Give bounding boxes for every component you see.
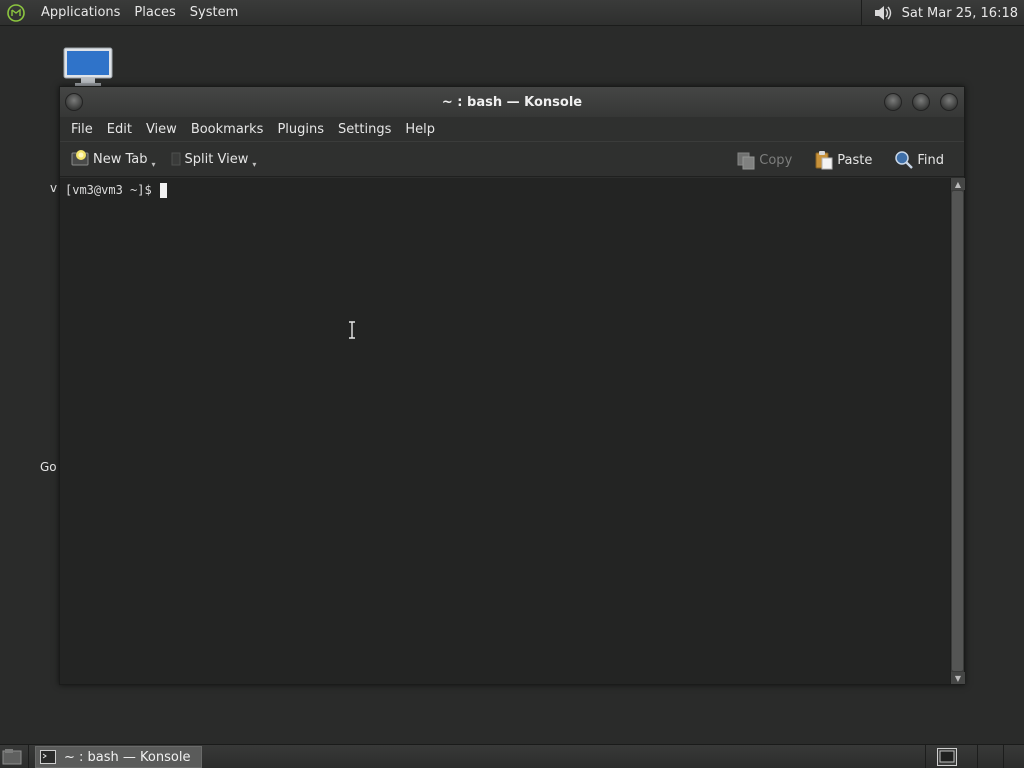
new-tab-icon: [70, 149, 90, 169]
terminal-scrollbar[interactable]: ▲ ▼: [950, 178, 965, 684]
menubar: File Edit View Bookmarks Plugins Setting…: [60, 117, 964, 141]
scroll-down-icon[interactable]: ▼: [951, 672, 965, 684]
copy-label: Copy: [759, 152, 793, 168]
menu-plugins[interactable]: Plugins: [270, 122, 331, 137]
new-tab-label: New Tab: [93, 151, 148, 167]
clock[interactable]: Sat Mar 25, 16:18: [902, 6, 1018, 21]
taskbar-item-label: ~ : bash — Konsole: [64, 749, 191, 765]
panel-separator: [28, 745, 29, 768]
menu-file[interactable]: File: [64, 122, 100, 137]
split-view-icon: [170, 149, 182, 169]
applications-menu[interactable]: Applications: [34, 0, 127, 26]
minimize-button[interactable]: [884, 93, 902, 111]
copy-button[interactable]: Copy: [732, 145, 796, 175]
toolbar: New Tab ▾ Split View ▾ Copy Paste Find: [60, 141, 964, 177]
panel-separator: [925, 745, 926, 768]
window-titlebar[interactable]: ~ : bash — Konsole: [60, 87, 964, 117]
menu-help[interactable]: Help: [398, 122, 442, 137]
split-view-label: Split View: [184, 151, 249, 167]
maximize-button[interactable]: [912, 93, 930, 111]
shell-prompt: [vm3@vm3 ~]$: [65, 183, 152, 197]
mint-menu-icon[interactable]: [6, 3, 26, 23]
terminal-line: [vm3@vm3 ~]$: [65, 182, 945, 198]
computer-desktop-icon[interactable]: [63, 47, 113, 87]
search-icon: [894, 150, 914, 170]
places-menu[interactable]: Places: [127, 0, 182, 26]
panel-separator: [860, 0, 862, 26]
ibeam-cursor-icon: [347, 321, 357, 339]
paste-label: Paste: [837, 152, 873, 168]
dropdown-arrow-icon: ▾: [252, 159, 257, 169]
new-tab-button[interactable]: New Tab ▾: [66, 144, 160, 174]
menu-settings[interactable]: Settings: [331, 122, 398, 137]
copy-icon: [736, 150, 756, 170]
paste-icon: [814, 150, 834, 170]
paste-button[interactable]: Paste: [810, 145, 876, 175]
scroll-up-icon[interactable]: ▲: [951, 178, 965, 190]
top-panel: Applications Places System Sat Mar 25, 1…: [0, 0, 1024, 26]
menu-view[interactable]: View: [139, 122, 184, 137]
window-title: ~ : bash — Konsole: [441, 94, 583, 110]
menu-bookmarks[interactable]: Bookmarks: [184, 122, 271, 137]
text-cursor: [159, 182, 167, 198]
panel-separator: [1003, 745, 1004, 768]
show-desktop-icon[interactable]: [2, 747, 22, 767]
system-menu[interactable]: System: [183, 0, 245, 26]
find-label: Find: [917, 152, 944, 168]
terminal-area[interactable]: [vm3@vm3 ~]$: [60, 178, 950, 684]
find-button[interactable]: Find: [890, 145, 948, 175]
bottom-panel: ~ : bash — Konsole: [0, 744, 1024, 768]
close-button[interactable]: [940, 93, 958, 111]
desktop-label-go[interactable]: Go: [40, 460, 57, 474]
panel-separator: [977, 745, 978, 768]
dropdown-arrow-icon: ▾: [151, 159, 156, 169]
window-menu-button[interactable]: [65, 93, 83, 111]
terminal-icon: [40, 750, 56, 764]
scrollbar-thumb[interactable]: [952, 191, 963, 671]
workspace-switcher-icon[interactable]: [937, 748, 957, 766]
desktop-label-vm3[interactable]: v: [50, 181, 57, 195]
menu-edit[interactable]: Edit: [100, 122, 139, 137]
split-view-button[interactable]: Split View ▾: [166, 144, 261, 174]
volume-icon[interactable]: [872, 2, 894, 24]
taskbar-item-konsole[interactable]: ~ : bash — Konsole: [35, 746, 202, 768]
konsole-window: ~ : bash — Konsole File Edit View Bookma…: [59, 86, 965, 685]
